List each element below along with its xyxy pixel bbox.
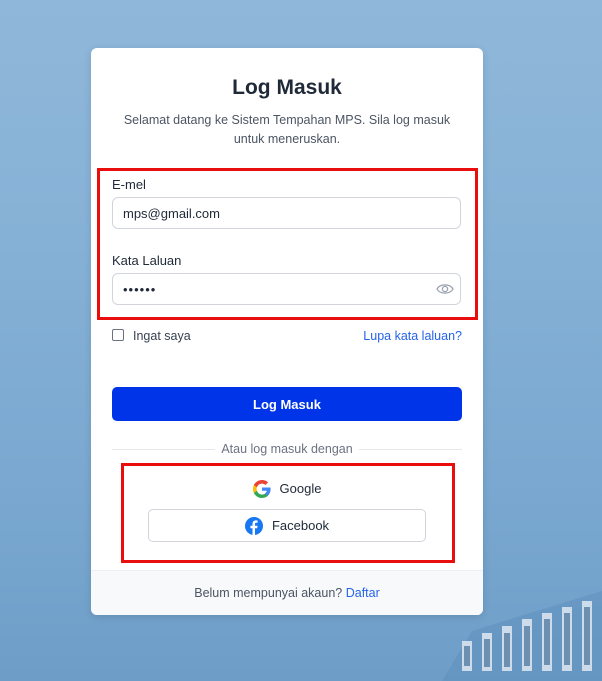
login-button[interactable]: Log Masuk bbox=[112, 387, 462, 421]
divider-text: Atau log masuk dengan bbox=[215, 442, 359, 456]
remember-label: Ingat saya bbox=[133, 329, 191, 343]
facebook-login-button[interactable]: Facebook bbox=[148, 509, 426, 542]
register-link[interactable]: Daftar bbox=[346, 586, 380, 600]
email-field[interactable] bbox=[112, 197, 461, 229]
remember-checkbox[interactable] bbox=[112, 329, 124, 341]
forgot-password-link[interactable]: Lupa kata laluan? bbox=[363, 329, 462, 343]
facebook-label: Facebook bbox=[271, 518, 330, 533]
google-login-button[interactable]: Google bbox=[148, 472, 426, 505]
footer-text: Belum mempunyai akaun? bbox=[194, 586, 343, 600]
eye-icon[interactable] bbox=[436, 282, 454, 296]
page-title: Log Masuk bbox=[232, 76, 342, 99]
password-label: Kata Laluan bbox=[112, 253, 182, 268]
google-label: Google bbox=[279, 481, 322, 496]
login-card: Log Masuk Selamat datang ke Sistem Tempa… bbox=[91, 48, 483, 615]
password-field[interactable] bbox=[112, 273, 461, 305]
divider-label: Atau log masuk dengan bbox=[91, 442, 483, 456]
google-icon bbox=[252, 479, 271, 498]
facebook-icon bbox=[244, 516, 263, 535]
signup-footer: Belum mempunyai akaun? Daftar bbox=[91, 570, 483, 615]
welcome-subtitle: Selamat datang ke Sistem Tempahan MPS. S… bbox=[123, 113, 451, 146]
email-label: E-mel bbox=[112, 177, 146, 192]
